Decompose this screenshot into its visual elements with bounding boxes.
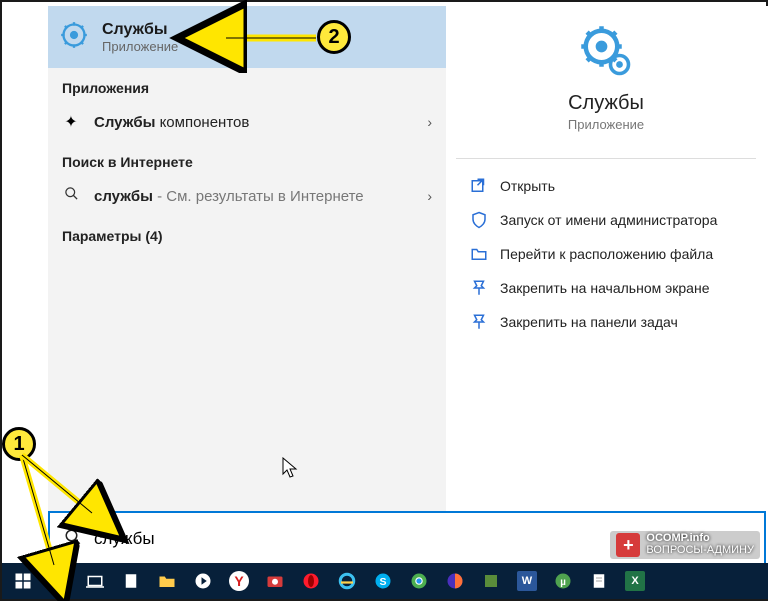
results-column: Службы Приложение Приложения ✦ Службы ко… [48,6,446,511]
taskbar-app-utorrent[interactable]: µ [546,566,580,596]
pin-icon [470,313,488,331]
action-run-admin[interactable]: Запуск от имени администратора [446,203,766,237]
chevron-right-icon[interactable]: › [427,188,432,204]
details-subtitle: Приложение [446,117,766,132]
gear-icon [446,24,766,78]
app-result-label: Службы компонентов [94,114,249,131]
section-params-header[interactable]: Параметры (4) [48,216,446,250]
action-open[interactable]: Открыть [446,169,766,203]
taskbar-app-yandex[interactable]: Y [222,566,256,596]
shield-icon [470,211,488,229]
callout-badge-2: 2 [317,20,351,54]
chevron-right-icon[interactable]: › [427,114,432,130]
taskbar-app-opera[interactable] [294,566,328,596]
action-label: Закрепить на начальном экране [500,280,710,296]
taskbar-app-generic[interactable] [474,566,508,596]
watermark: + OCOMP.info ВОПРОСЫ-АДМИНУ [610,531,760,559]
details-title: Службы [446,92,766,115]
web-result-label: службы - См. результаты в Интернете [94,188,364,205]
taskbar-app-excel[interactable]: X [618,566,652,596]
section-apps-header: Приложения [48,68,446,102]
start-search-panel: Службы Приложение Приложения ✦ Службы ко… [48,6,768,568]
action-label: Закрепить на панели задач [500,314,678,330]
taskbar-app-skype[interactable]: S [366,566,400,596]
folder-icon [470,245,488,263]
action-label: Перейти к расположению файла [500,246,713,262]
taskbar: Y S W µ X [2,563,768,599]
section-web-header: Поиск в Интернете [48,142,446,176]
component-services-icon: ✦ [62,112,80,132]
best-match-title: Службы [102,21,178,39]
web-result-item[interactable]: службы - См. результаты в Интернете › [48,176,446,216]
taskbar-app-notes[interactable] [582,566,616,596]
app-result-item[interactable]: ✦ Службы компонентов › [48,102,446,142]
action-open-location[interactable]: Перейти к расположению файла [446,237,766,271]
pin-icon [470,279,488,297]
taskbar-app-explorer[interactable] [150,566,184,596]
watermark-line2: ВОПРОСЫ-АДМИНУ [646,545,754,557]
taskbar-app-word[interactable]: W [510,566,544,596]
action-label: Запуск от имени администратора [500,212,717,228]
mouse-cursor-icon [282,457,298,479]
action-pin-start[interactable]: Закрепить на начальном экране [446,271,766,305]
annotation-arrow-icon [14,447,114,577]
svg-text:S: S [379,576,386,588]
taskbar-app-media[interactable] [186,566,220,596]
open-icon [470,177,488,195]
gear-icon [60,21,88,54]
taskbar-app-chrome[interactable] [402,566,436,596]
taskbar-app-file[interactable] [114,566,148,596]
action-label: Открыть [500,178,555,194]
svg-text:µ: µ [560,577,566,588]
window-frame: Службы Приложение Приложения ✦ Службы ко… [0,0,768,601]
annotation-arrow-icon [220,26,320,56]
best-match-subtitle: Приложение [102,39,178,54]
action-pin-taskbar[interactable]: Закрепить на панели задач [446,305,766,339]
taskbar-app-firefox[interactable] [438,566,472,596]
taskbar-app-ie[interactable] [330,566,364,596]
details-column: Службы Приложение Открыть Запуск от имен… [446,6,766,511]
taskbar-app-camera[interactable] [258,566,292,596]
plus-icon: + [616,533,640,557]
divider [456,158,756,159]
search-icon [62,186,80,206]
